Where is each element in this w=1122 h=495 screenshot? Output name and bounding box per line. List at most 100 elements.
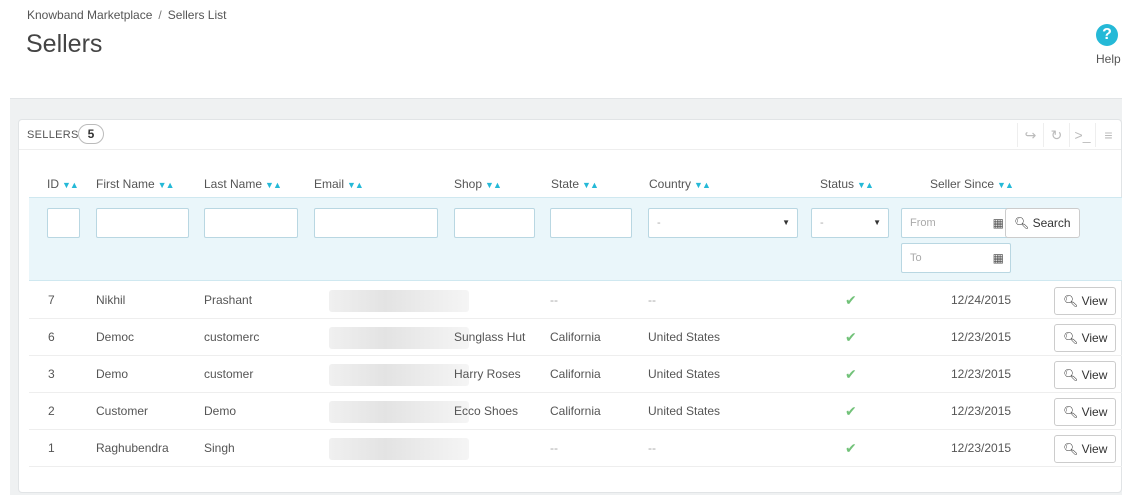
cell-state: California (550, 330, 601, 344)
sort-arrows-icon[interactable]: ▼▲ (485, 180, 502, 190)
sort-arrows-icon[interactable]: ▼▲ (158, 180, 175, 190)
view-button[interactable]: 🔍︎ View (1054, 398, 1117, 426)
seller-count-badge: 5 (78, 124, 104, 144)
panel-heading: SELLERS 5 ↪ ↻ >_ ≡ (19, 120, 1121, 150)
search-button[interactable]: 🔍︎ Search (1005, 208, 1080, 238)
cell-seller-since: 12/23/2015 (951, 441, 1012, 455)
calendar-icon[interactable]: ▦ (993, 209, 1004, 237)
sort-arrows-icon[interactable]: ▼▲ (265, 180, 282, 190)
email-filter-input[interactable] (314, 208, 438, 238)
redacted-email (329, 364, 469, 386)
state-filter-input[interactable] (550, 208, 632, 238)
magnifier-icon: 🔍︎ (1014, 216, 1030, 230)
column-header-first-name[interactable]: First Name ▼▲ (96, 177, 174, 191)
cell-country: -- (648, 441, 656, 455)
cell-state: -- (550, 293, 558, 307)
panel-title: SELLERS (27, 129, 79, 141)
table-row[interactable]: 7 Nikhil Prashant -- -- ✔ 12/24/2015 🔍︎ … (29, 282, 1122, 319)
cell-last-name: customerc (204, 330, 260, 344)
cell-country: United States (648, 330, 721, 344)
check-icon[interactable]: ✔ (845, 430, 857, 467)
view-button[interactable]: 🔍︎ View (1054, 324, 1117, 352)
help-label: Help (1096, 52, 1121, 66)
date-from-input[interactable]: From ▦ (901, 208, 1011, 238)
redacted-email (329, 438, 469, 460)
panel-toolbar: ↪ ↻ >_ ≡ (1017, 123, 1121, 147)
view-button[interactable]: 🔍︎ View (1054, 287, 1117, 315)
cell-country: United States (648, 404, 721, 418)
database-icon[interactable]: ≡ (1095, 123, 1121, 147)
column-header-state[interactable]: State ▼▲ (551, 177, 599, 191)
column-header-id[interactable]: ID ▼▲ (47, 177, 79, 191)
sellers-panel: SELLERS 5 ↪ ↻ >_ ≡ ID ▼▲ First Name ▼▲ Las… (18, 119, 1122, 493)
cell-id: 7 (48, 293, 55, 307)
cell-first-name: Raghubendra (96, 441, 169, 455)
breadcrumb-item-marketplace[interactable]: Knowband Marketplace (27, 8, 152, 22)
check-icon[interactable]: ✔ (845, 356, 857, 393)
zoom-in-icon: 🔍︎ (1063, 442, 1079, 456)
cell-first-name: Nikhil (96, 293, 126, 307)
country-filter-select[interactable]: - (648, 208, 798, 238)
sort-arrows-icon[interactable]: ▼▲ (582, 180, 599, 190)
zoom-in-icon: 🔍︎ (1063, 368, 1079, 382)
status-filter-select[interactable]: - (811, 208, 889, 238)
cell-last-name: Demo (204, 404, 237, 418)
cell-country: -- (648, 293, 656, 307)
column-header-status[interactable]: Status ▼▲ (820, 177, 874, 191)
question-circle-icon: ? (1096, 24, 1118, 46)
id-filter-input[interactable] (47, 208, 80, 238)
cell-id: 1 (48, 441, 55, 455)
sort-arrows-icon[interactable]: ▼▲ (62, 180, 79, 190)
cell-state: California (550, 367, 601, 381)
cell-seller-since: 12/23/2015 (951, 367, 1012, 381)
column-header-country[interactable]: Country ▼▲ (649, 177, 711, 191)
filter-row: - - From▦ To▦ 🔍︎ Search (29, 197, 1122, 281)
cell-last-name: Prashant (204, 293, 253, 307)
cell-state: -- (550, 441, 558, 455)
breadcrumb: Knowband Marketplace / Sellers List (27, 8, 227, 22)
view-button[interactable]: 🔍︎ View (1054, 435, 1117, 463)
breadcrumb-item-sellers-list[interactable]: Sellers List (168, 8, 227, 22)
cell-seller-since: 12/23/2015 (951, 330, 1012, 344)
column-header-shop[interactable]: Shop ▼▲ (454, 177, 502, 191)
check-icon[interactable]: ✔ (845, 393, 857, 430)
check-icon[interactable]: ✔ (845, 319, 857, 356)
sql-query-icon[interactable]: >_ (1069, 123, 1095, 147)
table-row[interactable]: 2 Customer Demo Ecco Shoes California Un… (29, 393, 1122, 430)
redacted-email (329, 327, 469, 349)
cell-first-name: Customer (96, 404, 149, 418)
date-to-input[interactable]: To ▦ (901, 243, 1011, 273)
zoom-in-icon: 🔍︎ (1063, 294, 1079, 308)
column-header-seller-since[interactable]: Seller Since ▼▲ (930, 177, 1014, 191)
refresh-icon[interactable]: ↻ (1043, 123, 1069, 147)
sort-arrows-icon[interactable]: ▼▲ (694, 180, 711, 190)
table-row[interactable]: 6 Democ customerc Sunglass Hut Californi… (29, 319, 1122, 356)
redacted-email (329, 290, 469, 312)
cell-last-name: Singh (204, 441, 235, 455)
table-row[interactable]: 3 Demo customer Harry Roses California U… (29, 356, 1122, 393)
zoom-in-icon: 🔍︎ (1063, 331, 1079, 345)
sellers-page: Knowband Marketplace / Sellers List Seller… (0, 0, 1122, 495)
help-button[interactable]: ? Help (1096, 24, 1122, 66)
cell-id: 2 (48, 404, 55, 418)
cell-shop: Sunglass Hut (454, 330, 526, 344)
cell-country: United States (648, 367, 721, 381)
cell-shop: Harry Roses (454, 367, 521, 381)
sort-arrows-icon[interactable]: ▼▲ (857, 180, 874, 190)
column-header-last-name[interactable]: Last Name ▼▲ (204, 177, 282, 191)
sort-arrows-icon[interactable]: ▼▲ (997, 180, 1014, 190)
shop-filter-input[interactable] (454, 208, 535, 238)
calendar-icon[interactable]: ▦ (993, 244, 1004, 272)
page-title: Sellers (26, 30, 103, 58)
cell-id: 6 (48, 330, 55, 344)
column-header-email[interactable]: Email ▼▲ (314, 177, 364, 191)
cell-state: California (550, 404, 601, 418)
table-row[interactable]: 1 Raghubendra Singh -- -- ✔ 12/23/2015 🔍… (29, 430, 1122, 467)
last-name-filter-input[interactable] (204, 208, 298, 238)
view-button[interactable]: 🔍︎ View (1054, 361, 1117, 389)
check-icon[interactable]: ✔ (845, 282, 857, 319)
first-name-filter-input[interactable] (96, 208, 189, 238)
cell-shop: Ecco Shoes (454, 404, 519, 418)
sort-arrows-icon[interactable]: ▼▲ (347, 180, 364, 190)
export-icon[interactable]: ↪ (1017, 123, 1043, 147)
